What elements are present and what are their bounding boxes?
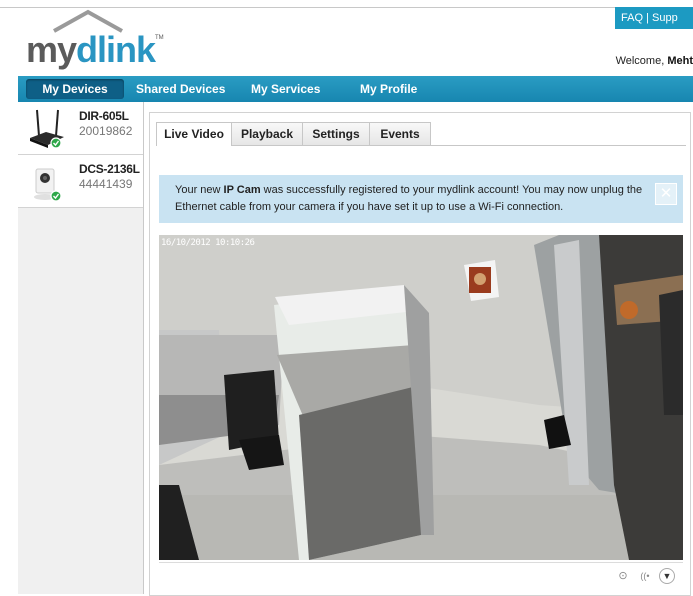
device-panel: Live Video Playback Settings Events Your… [149, 112, 691, 596]
success-banner: Your new IP Cam was successfully registe… [159, 175, 683, 223]
device-sidebar: DIR-605L 20019862 DCS-2136L 44441439 [18, 102, 144, 594]
nav-my-devices[interactable]: My Devices [26, 79, 124, 99]
device-item-router[interactable]: DIR-605L 20019862 [18, 102, 143, 155]
logo-trademark: TM [155, 35, 164, 41]
welcome-user[interactable]: Meht [667, 55, 693, 67]
chevron-down-icon[interactable]: ▼ [659, 568, 675, 584]
camera-icon [34, 168, 62, 202]
device-id: 20019862 [79, 124, 133, 138]
header-links: FAQ | Supp [615, 7, 693, 29]
device-name: DIR-605L [79, 109, 129, 123]
record-icon[interactable]: ⊙ [615, 568, 631, 584]
logo-dlink: dlink [76, 29, 156, 70]
main-nav: My Devices Shared Devices My Services My… [18, 76, 693, 102]
audio-icon[interactable]: ((• [635, 568, 655, 584]
nav-shared-devices[interactable]: Shared Devices [136, 76, 225, 102]
close-icon[interactable]: ✕ [655, 183, 677, 205]
camera-feed-image [159, 235, 683, 560]
faq-link[interactable]: FAQ [621, 12, 643, 24]
banner-message: Your new IP Cam was successfully registe… [175, 184, 643, 213]
tab-settings[interactable]: Settings [302, 122, 370, 145]
nav-my-services[interactable]: My Services [251, 76, 320, 102]
video-controls: ⊙ ((• ▼ [159, 562, 683, 589]
welcome-message: Welcome, Meht [616, 55, 693, 67]
nav-my-profile[interactable]: My Profile [360, 76, 417, 102]
device-item-camera[interactable]: DCS-2136L 44441439 [18, 155, 143, 208]
device-tabs: Live Video Playback Settings Events [156, 119, 686, 146]
tab-events[interactable]: Events [369, 122, 431, 145]
tab-playback[interactable]: Playback [231, 122, 303, 145]
tab-live-video[interactable]: Live Video [156, 122, 232, 146]
router-icon [30, 109, 64, 149]
link-separator: | [646, 12, 649, 24]
mydlink-logo[interactable]: mydlink TM [26, 8, 166, 70]
device-name: DCS-2136L [79, 162, 140, 176]
live-video-view[interactable]: 16/10/2012 10:10:26 [159, 235, 683, 560]
video-timestamp: 16/10/2012 10:10:26 [161, 238, 255, 248]
logo-my: my [26, 29, 77, 70]
welcome-prefix: Welcome, [615, 55, 665, 67]
support-link[interactable]: Supp [652, 12, 678, 24]
device-id: 44441439 [79, 177, 133, 191]
